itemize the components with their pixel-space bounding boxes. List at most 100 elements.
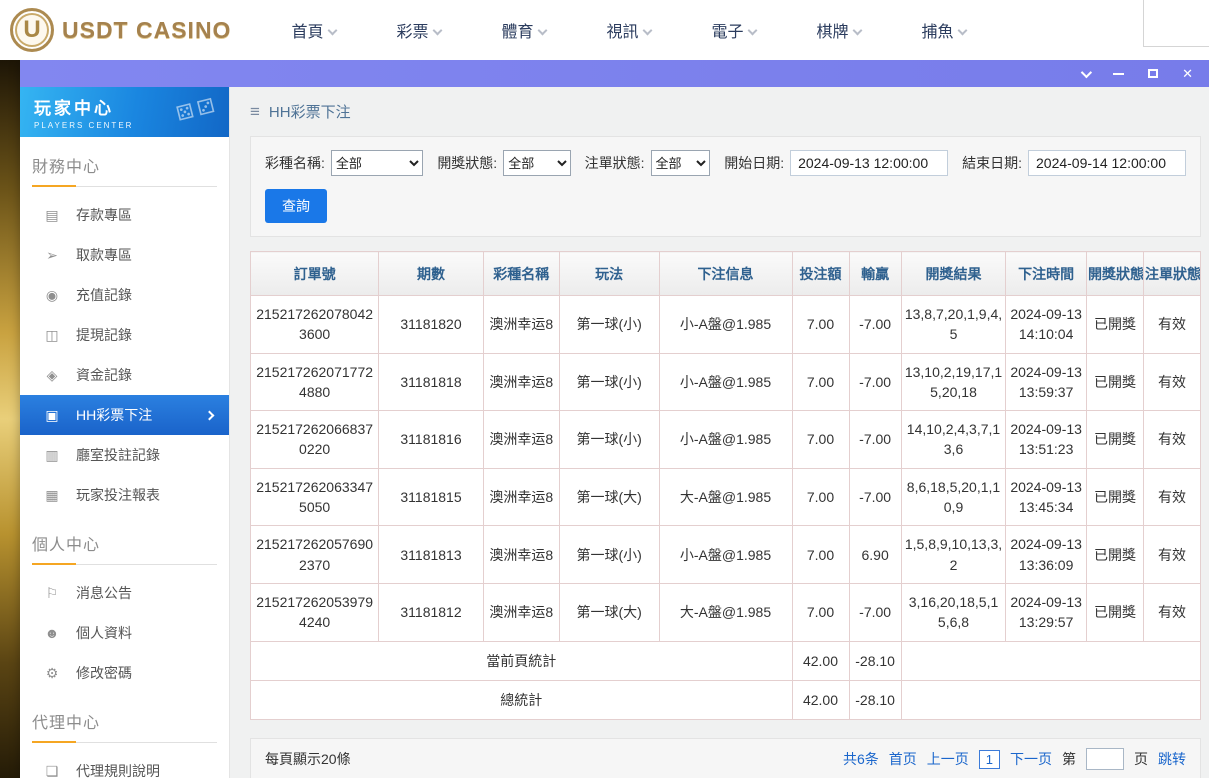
sidebar-item-label: HH彩票下注 [76, 405, 152, 425]
cell-period: 31181820 [379, 296, 484, 354]
column-header: 輸贏 [849, 252, 901, 296]
sidebar-item[interactable]: ▤ 存款專區 [20, 195, 229, 235]
end-date-input[interactable] [1028, 150, 1186, 176]
announcement-icon: ⚐ [44, 585, 60, 602]
main-nav: 首頁 彩票 體育 視訊 電子 棋牌 捕魚 [261, 18, 996, 42]
page-summary-amount: 42.00 [792, 641, 849, 680]
sidebar-item[interactable]: ◫ 提現記錄 [20, 315, 229, 355]
order-status-select[interactable]: 全部 [651, 150, 711, 176]
funds-record-icon: ◈ [44, 367, 60, 384]
nav-item[interactable]: 電子 [681, 18, 786, 42]
logo-text: USDT CASINO [62, 17, 231, 44]
chevron-down-icon [853, 26, 863, 36]
cell-order-status: 有效 [1144, 526, 1201, 584]
cell-period: 31181818 [379, 353, 484, 411]
section-title-personal: 個人中心 [32, 531, 217, 565]
draw-status-select[interactable]: 全部 [503, 150, 570, 176]
cell-draw-result: 13,10,2,19,17,15,20,18 [901, 353, 1006, 411]
nav-item[interactable]: 捕魚 [891, 18, 996, 42]
cell-draw-result: 13,8,7,20,1,9,4,5 [901, 296, 1006, 354]
start-date-input[interactable] [790, 150, 948, 176]
lottery-bets-icon: ▣ [44, 407, 60, 424]
nav-item[interactable]: 視訊 [576, 18, 681, 42]
sidebar-section-agent: 代理中心 ❏ 代理規則說明 [20, 709, 229, 778]
bets-table: 訂單號 期數 彩種名稱 玩法 下注信息 投注額 輸贏 [250, 251, 1201, 720]
sidebar-item[interactable]: ⚐ 消息公告 [20, 573, 229, 613]
sidebar-item[interactable]: ☻ 個人資料 [20, 613, 229, 653]
end-date-label: 結束日期: [962, 153, 1022, 173]
sidebar-item-label: 取款專區 [76, 245, 132, 265]
cell-lottery-name: 澳洲幸运8 [483, 353, 559, 411]
main-content: ≡ HH彩票下注 彩種名稱: 全部 開獎狀態: 全部 注單狀態: 全部 [230, 87, 1209, 778]
jump-button[interactable]: 跳转 [1158, 749, 1186, 769]
cell-play-type: 第一球(小) [559, 353, 659, 411]
cell-draw-status: 已開獎 [1087, 411, 1144, 469]
minimize-icon[interactable] [1113, 73, 1124, 75]
cell-order-id: 2152172620780423600 [251, 296, 379, 354]
cell-play-type: 第一球(小) [559, 411, 659, 469]
recharge-record-icon: ◉ [44, 287, 60, 304]
cell-order-id: 2152172620717724880 [251, 353, 379, 411]
cell-play-type: 第一球(大) [559, 468, 659, 526]
section-title-finance: 財務中心 [32, 153, 217, 187]
sidebar-item[interactable]: ◈ 資金記錄 [20, 355, 229, 395]
first-page-link[interactable]: 首页 [889, 749, 917, 769]
sidebar-section-finance: 財務中心 ▤ 存款專區 ➢ 取款專區 [20, 153, 229, 515]
collapse-icon[interactable] [1081, 66, 1092, 77]
cell-lottery-name: 澳洲幸运8 [483, 526, 559, 584]
maximize-icon[interactable] [1148, 69, 1158, 78]
search-button[interactable]: 查詢 [265, 189, 327, 223]
sidebar-item-label: 消息公告 [76, 583, 132, 603]
close-icon[interactable]: ✕ [1182, 67, 1193, 80]
page-jump-input[interactable] [1086, 748, 1124, 770]
draw-status-label: 開獎狀態: [437, 153, 497, 173]
sidebar-item[interactable]: ▥ 廳室投註記錄 [20, 435, 229, 475]
column-header: 期數 [379, 252, 484, 296]
cell-bet-time: 2024-09-13 13:59:37 [1006, 353, 1087, 411]
cell-win-loss: -7.00 [849, 468, 901, 526]
page-summary-row: 當前頁統計 42.00 -28.10 [251, 641, 1201, 680]
cell-bet-info: 小-A盤@1.985 [659, 296, 792, 354]
sidebar-item[interactable]: ❏ 代理規則說明 [20, 751, 229, 778]
total-summary-row: 總統計 42.00 -28.10 [251, 680, 1201, 719]
cell-order-status: 有效 [1144, 583, 1201, 641]
nav-item[interactable]: 棋牌 [786, 18, 891, 42]
total-count-text: 共6条 [843, 749, 879, 769]
cell-bet-amount: 7.00 [792, 296, 849, 354]
cell-win-loss: -7.00 [849, 353, 901, 411]
sidebar-item[interactable]: ➢ 取款專區 [20, 235, 229, 275]
nav-item-label: 視訊 [606, 24, 638, 41]
sidebar-item[interactable]: ⚙ 修改密碼 [20, 653, 229, 693]
window-titlebar[interactable]: ✕ [20, 60, 1209, 87]
logo[interactable]: U USDT CASINO [10, 8, 231, 52]
cell-play-type: 第一球(小) [559, 526, 659, 584]
nav-item[interactable]: 首頁 [261, 18, 366, 42]
chevron-right-icon [205, 410, 215, 420]
pagination-bar: 每頁顯示20條 共6条 首页 上一页 1 下一页 第 页 跳转 [250, 738, 1201, 778]
sidebar-item[interactable]: ◉ 充值記錄 [20, 275, 229, 315]
cell-bet-info: 小-A盤@1.985 [659, 526, 792, 584]
sidebar-item[interactable]: ▣ HH彩票下注 [20, 395, 229, 435]
deposit-icon: ▤ [44, 207, 60, 224]
nav-item[interactable]: 彩票 [366, 18, 471, 42]
page-summary-label: 當前頁統計 [251, 641, 793, 680]
table-row: 2152172620668370220 31181816 澳洲幸运8 第一球(小… [251, 411, 1201, 469]
current-page-indicator[interactable]: 1 [979, 750, 1000, 769]
sidebar-item-label: 廳室投註記錄 [76, 445, 160, 465]
table-row: 2152172620539794240 31181812 澳洲幸运8 第一球(大… [251, 583, 1201, 641]
cell-lottery-name: 澳洲幸运8 [483, 583, 559, 641]
cell-win-loss: 6.90 [849, 526, 901, 584]
nav-item[interactable]: 體育 [471, 18, 576, 42]
player-center-window: ✕ 玩家中心 PLAYERS CENTER ⚄⚂ 財務中心 ▤ 存款專區 [20, 60, 1209, 778]
sidebar-item[interactable]: ▦ 玩家投注報表 [20, 475, 229, 515]
total-summary-win-loss: -28.10 [849, 680, 901, 719]
nav-item-label: 彩票 [396, 24, 428, 41]
prev-page-link[interactable]: 上一页 [927, 749, 969, 769]
sidebar-item-label: 提現記錄 [76, 325, 132, 345]
lottery-name-select[interactable]: 全部 [331, 150, 423, 176]
next-page-link[interactable]: 下一页 [1010, 749, 1052, 769]
column-header: 下注時間 [1006, 252, 1087, 296]
cell-draw-status: 已開獎 [1087, 468, 1144, 526]
cell-draw-status: 已開獎 [1087, 583, 1144, 641]
table-row: 2152172620780423600 31181820 澳洲幸运8 第一球(小… [251, 296, 1201, 354]
